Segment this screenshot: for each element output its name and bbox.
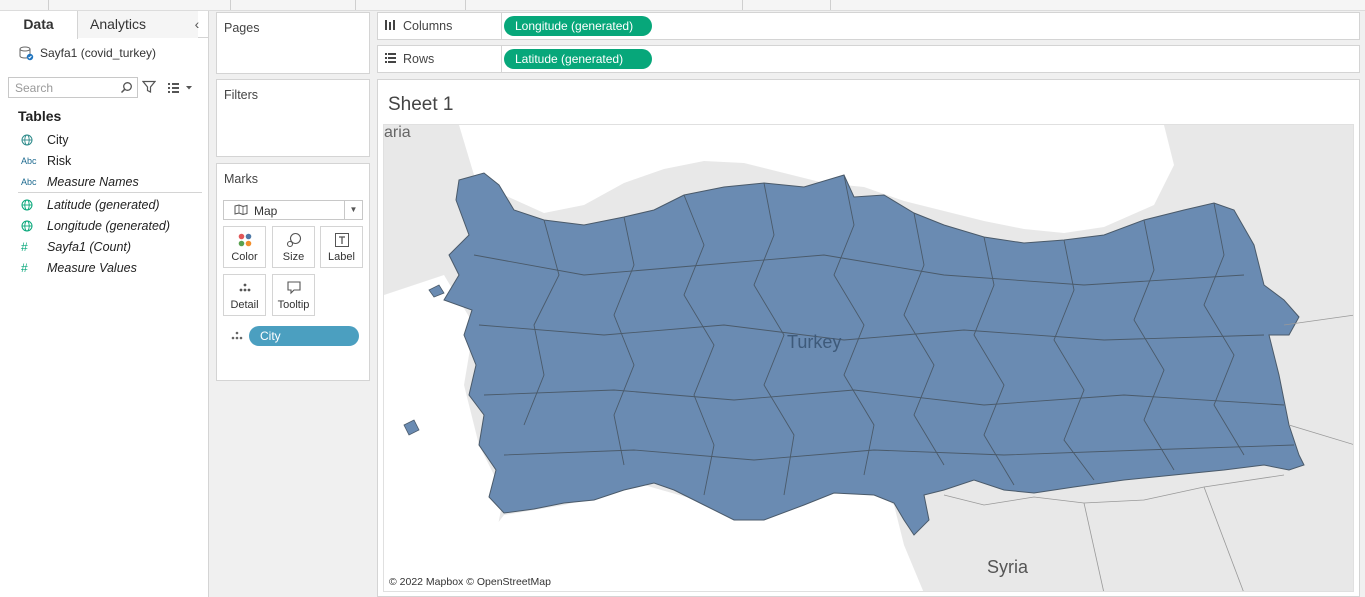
detail-icon — [230, 331, 244, 343]
pages-card[interactable]: Pages — [216, 12, 370, 74]
toolbar-separator — [230, 0, 231, 10]
search-row — [8, 77, 203, 99]
search-icon[interactable] — [120, 81, 133, 94]
toolbar-separator — [355, 0, 356, 10]
toolbar-separator — [465, 0, 466, 10]
field-risk[interactable]: Abc Risk — [0, 150, 209, 171]
sheet-view: Sheet 1 Turkey Syria aria © 2022 Mapbox … — [377, 79, 1360, 597]
datasource-label: Sayfa1 (covid_turkey) — [40, 46, 157, 60]
filters-title: Filters — [224, 88, 259, 102]
divider — [18, 192, 202, 193]
field-label: Risk — [47, 153, 72, 168]
pages-title: Pages — [224, 21, 260, 35]
latitude-pill[interactable]: Latitude (generated) — [504, 49, 652, 69]
field-label: Latitude (generated) — [47, 197, 160, 212]
map-canvas — [384, 125, 1353, 591]
filter-icon[interactable] — [141, 80, 157, 94]
search-input[interactable] — [8, 77, 138, 98]
label-button[interactable]: Label — [320, 226, 363, 268]
marks-card: Marks Map ▼ Color Size Label Detail Tool… — [216, 163, 370, 381]
size-button[interactable]: Size — [272, 226, 315, 268]
tooltip-label: Tooltip — [277, 299, 310, 311]
mark-type-dropdown[interactable]: Map ▼ — [223, 200, 363, 220]
label-label: Label — [328, 251, 355, 263]
map-attribution[interactable]: © 2022 Mapbox © OpenStreetMap — [389, 576, 551, 588]
mark-type-label: Map — [254, 204, 278, 218]
datasource-item[interactable]: Sayfa1 (covid_turkey) — [18, 44, 156, 62]
columns-icon — [384, 19, 396, 34]
longitude-pill[interactable]: Longitude (generated) — [504, 16, 652, 36]
columns-label: Columns — [403, 19, 453, 33]
globe-icon — [0, 220, 47, 232]
city-detail-pill[interactable]: City — [249, 326, 359, 346]
field-measure-values[interactable]: # Measure Values — [0, 257, 209, 278]
label-icon — [321, 232, 362, 248]
rows-shelf: Rows Latitude (generated) — [377, 45, 1360, 73]
marks-title: Marks — [224, 172, 259, 186]
data-pane: Data Analytics ‹ Sayfa1 (covid_turkey) S… — [0, 11, 209, 597]
size-label: Size — [282, 251, 305, 263]
color-icon — [224, 232, 265, 248]
datasource-icon — [18, 45, 34, 61]
sheet-title[interactable]: Sheet 1 — [388, 94, 454, 116]
field-label: Measure Values — [47, 260, 137, 275]
toolbar-separator — [830, 0, 831, 10]
syria-map-label: Syria — [987, 557, 1029, 577]
bulgaria-map-label: aria — [384, 124, 411, 141]
chevron-down-icon[interactable]: ▼ — [344, 201, 362, 219]
columns-shelf-header: Columns — [378, 13, 502, 39]
hash-icon: # — [21, 239, 28, 254]
abc-icon: Abc — [21, 155, 37, 166]
columns-shelf: Columns Longitude (generated) — [377, 12, 1360, 40]
tab-data[interactable]: Data — [0, 11, 78, 39]
globe-icon — [0, 134, 47, 146]
field-longitude-generated[interactable]: Longitude (generated) — [0, 215, 209, 236]
detail-icon — [224, 280, 265, 296]
toolbar-separator — [48, 0, 49, 10]
rows-shelf-header: Rows — [378, 46, 502, 72]
view-options-icon[interactable] — [166, 81, 194, 95]
rows-label: Rows — [403, 52, 435, 66]
toolbar-separator — [742, 0, 743, 10]
abc-icon: Abc — [21, 176, 37, 187]
map-icon — [234, 204, 248, 218]
field-measure-names[interactable]: Abc Measure Names — [0, 171, 209, 192]
pane-tabs: Data Analytics ‹ — [0, 11, 208, 39]
globe-icon — [0, 199, 47, 211]
tooltip-icon — [273, 280, 314, 296]
turkey-map-label: Turkey — [787, 332, 842, 352]
detail-label: Detail — [230, 299, 259, 311]
tables-heading: Tables — [18, 108, 62, 124]
collapse-pane-icon[interactable]: ‹ — [190, 16, 204, 32]
tab-analytics[interactable]: Analytics — [78, 11, 198, 38]
hash-icon: # — [21, 260, 28, 275]
tooltip-button[interactable]: Tooltip — [272, 274, 315, 316]
detail-button[interactable]: Detail — [223, 274, 266, 316]
size-icon — [273, 232, 314, 248]
field-city[interactable]: City — [0, 129, 209, 150]
map-view[interactable]: Turkey Syria aria © 2022 Mapbox © OpenSt… — [383, 124, 1354, 592]
field-label: Sayfa1 (Count) — [47, 239, 132, 254]
filters-card[interactable]: Filters — [216, 79, 370, 157]
field-label: City — [47, 132, 69, 147]
field-latitude-generated[interactable]: Latitude (generated) — [0, 194, 209, 215]
field-label: Measure Names — [47, 174, 139, 189]
rows-icon — [384, 52, 397, 67]
field-sayfa1-count[interactable]: # Sayfa1 (Count) — [0, 236, 209, 257]
color-label: Color — [231, 251, 258, 263]
color-button[interactable]: Color — [223, 226, 266, 268]
field-label: Longitude (generated) — [47, 218, 171, 233]
toolbar-strip — [0, 0, 1365, 11]
